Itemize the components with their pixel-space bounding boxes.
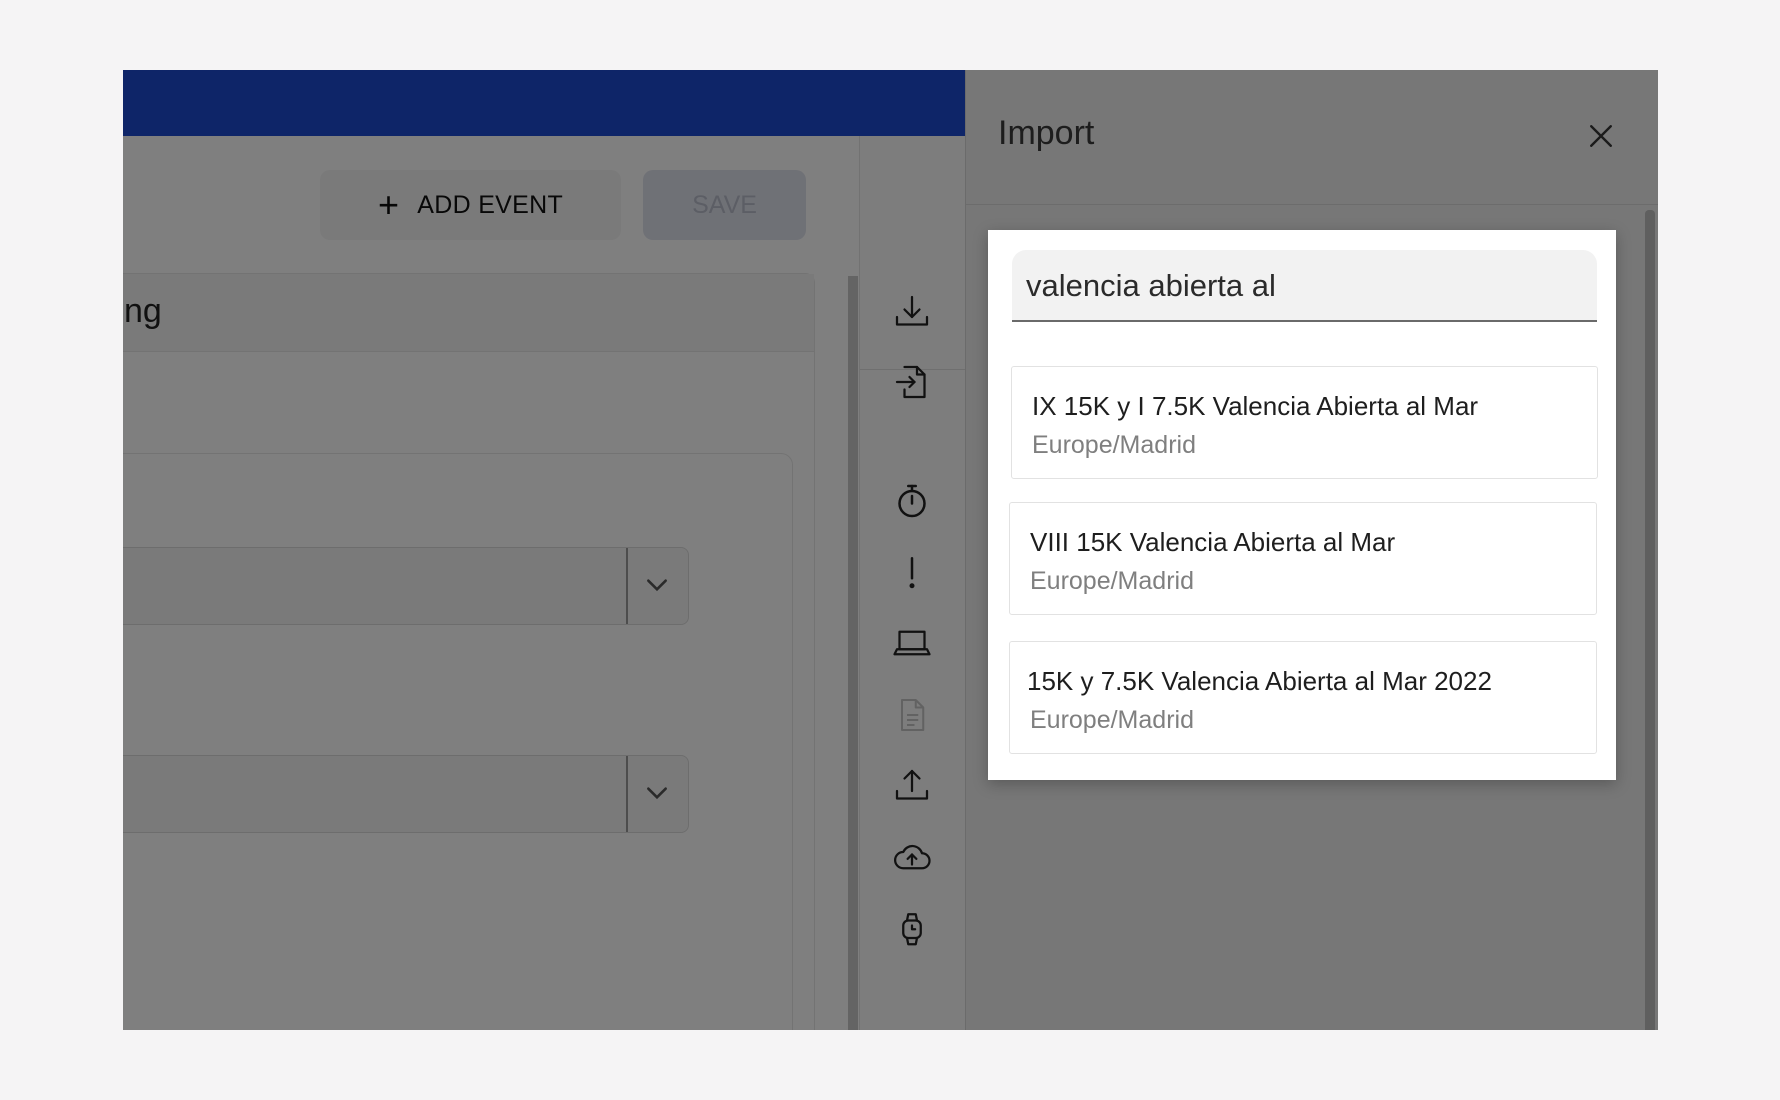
modal-backdrop[interactable] bbox=[123, 70, 1088, 1030]
close-icon bbox=[1590, 125, 1612, 147]
import-drawer: Import IX 15K y I 7.5K Valencia Abierta … bbox=[965, 70, 1658, 1030]
app-window: + ADD EVENT SAVE ng bbox=[123, 70, 1658, 1030]
search-input[interactable] bbox=[1026, 260, 1586, 312]
result-timezone: Europe/Madrid bbox=[1030, 567, 1194, 595]
result-timezone: Europe/Madrid bbox=[1030, 706, 1194, 734]
result-name: 15K y 7.5K Valencia Abierta al Mar 2022 bbox=[1027, 666, 1492, 696]
result-name: VIII 15K Valencia Abierta al Mar bbox=[1030, 527, 1396, 557]
result-item[interactable]: IX 15K y I 7.5K Valencia Abierta al Mar … bbox=[1011, 366, 1598, 479]
result-timezone: Europe/Madrid bbox=[1032, 431, 1196, 459]
result-name: IX 15K y I 7.5K Valencia Abierta al Mar bbox=[1032, 391, 1479, 421]
result-item[interactable]: VIII 15K Valencia Abierta al Mar Europe/… bbox=[1009, 502, 1597, 615]
result-item[interactable]: 15K y 7.5K Valencia Abierta al Mar 2022 … bbox=[1009, 641, 1597, 754]
drawer-header: Import bbox=[966, 70, 1658, 205]
drawer-title: Import bbox=[998, 114, 1095, 152]
import-search-panel: IX 15K y I 7.5K Valencia Abierta al Mar … bbox=[988, 230, 1616, 780]
search-field[interactable] bbox=[1012, 250, 1597, 322]
close-button[interactable] bbox=[1581, 116, 1621, 156]
drawer-scrollbar[interactable] bbox=[1645, 210, 1655, 1030]
app-background: + ADD EVENT SAVE ng bbox=[123, 70, 1092, 1030]
